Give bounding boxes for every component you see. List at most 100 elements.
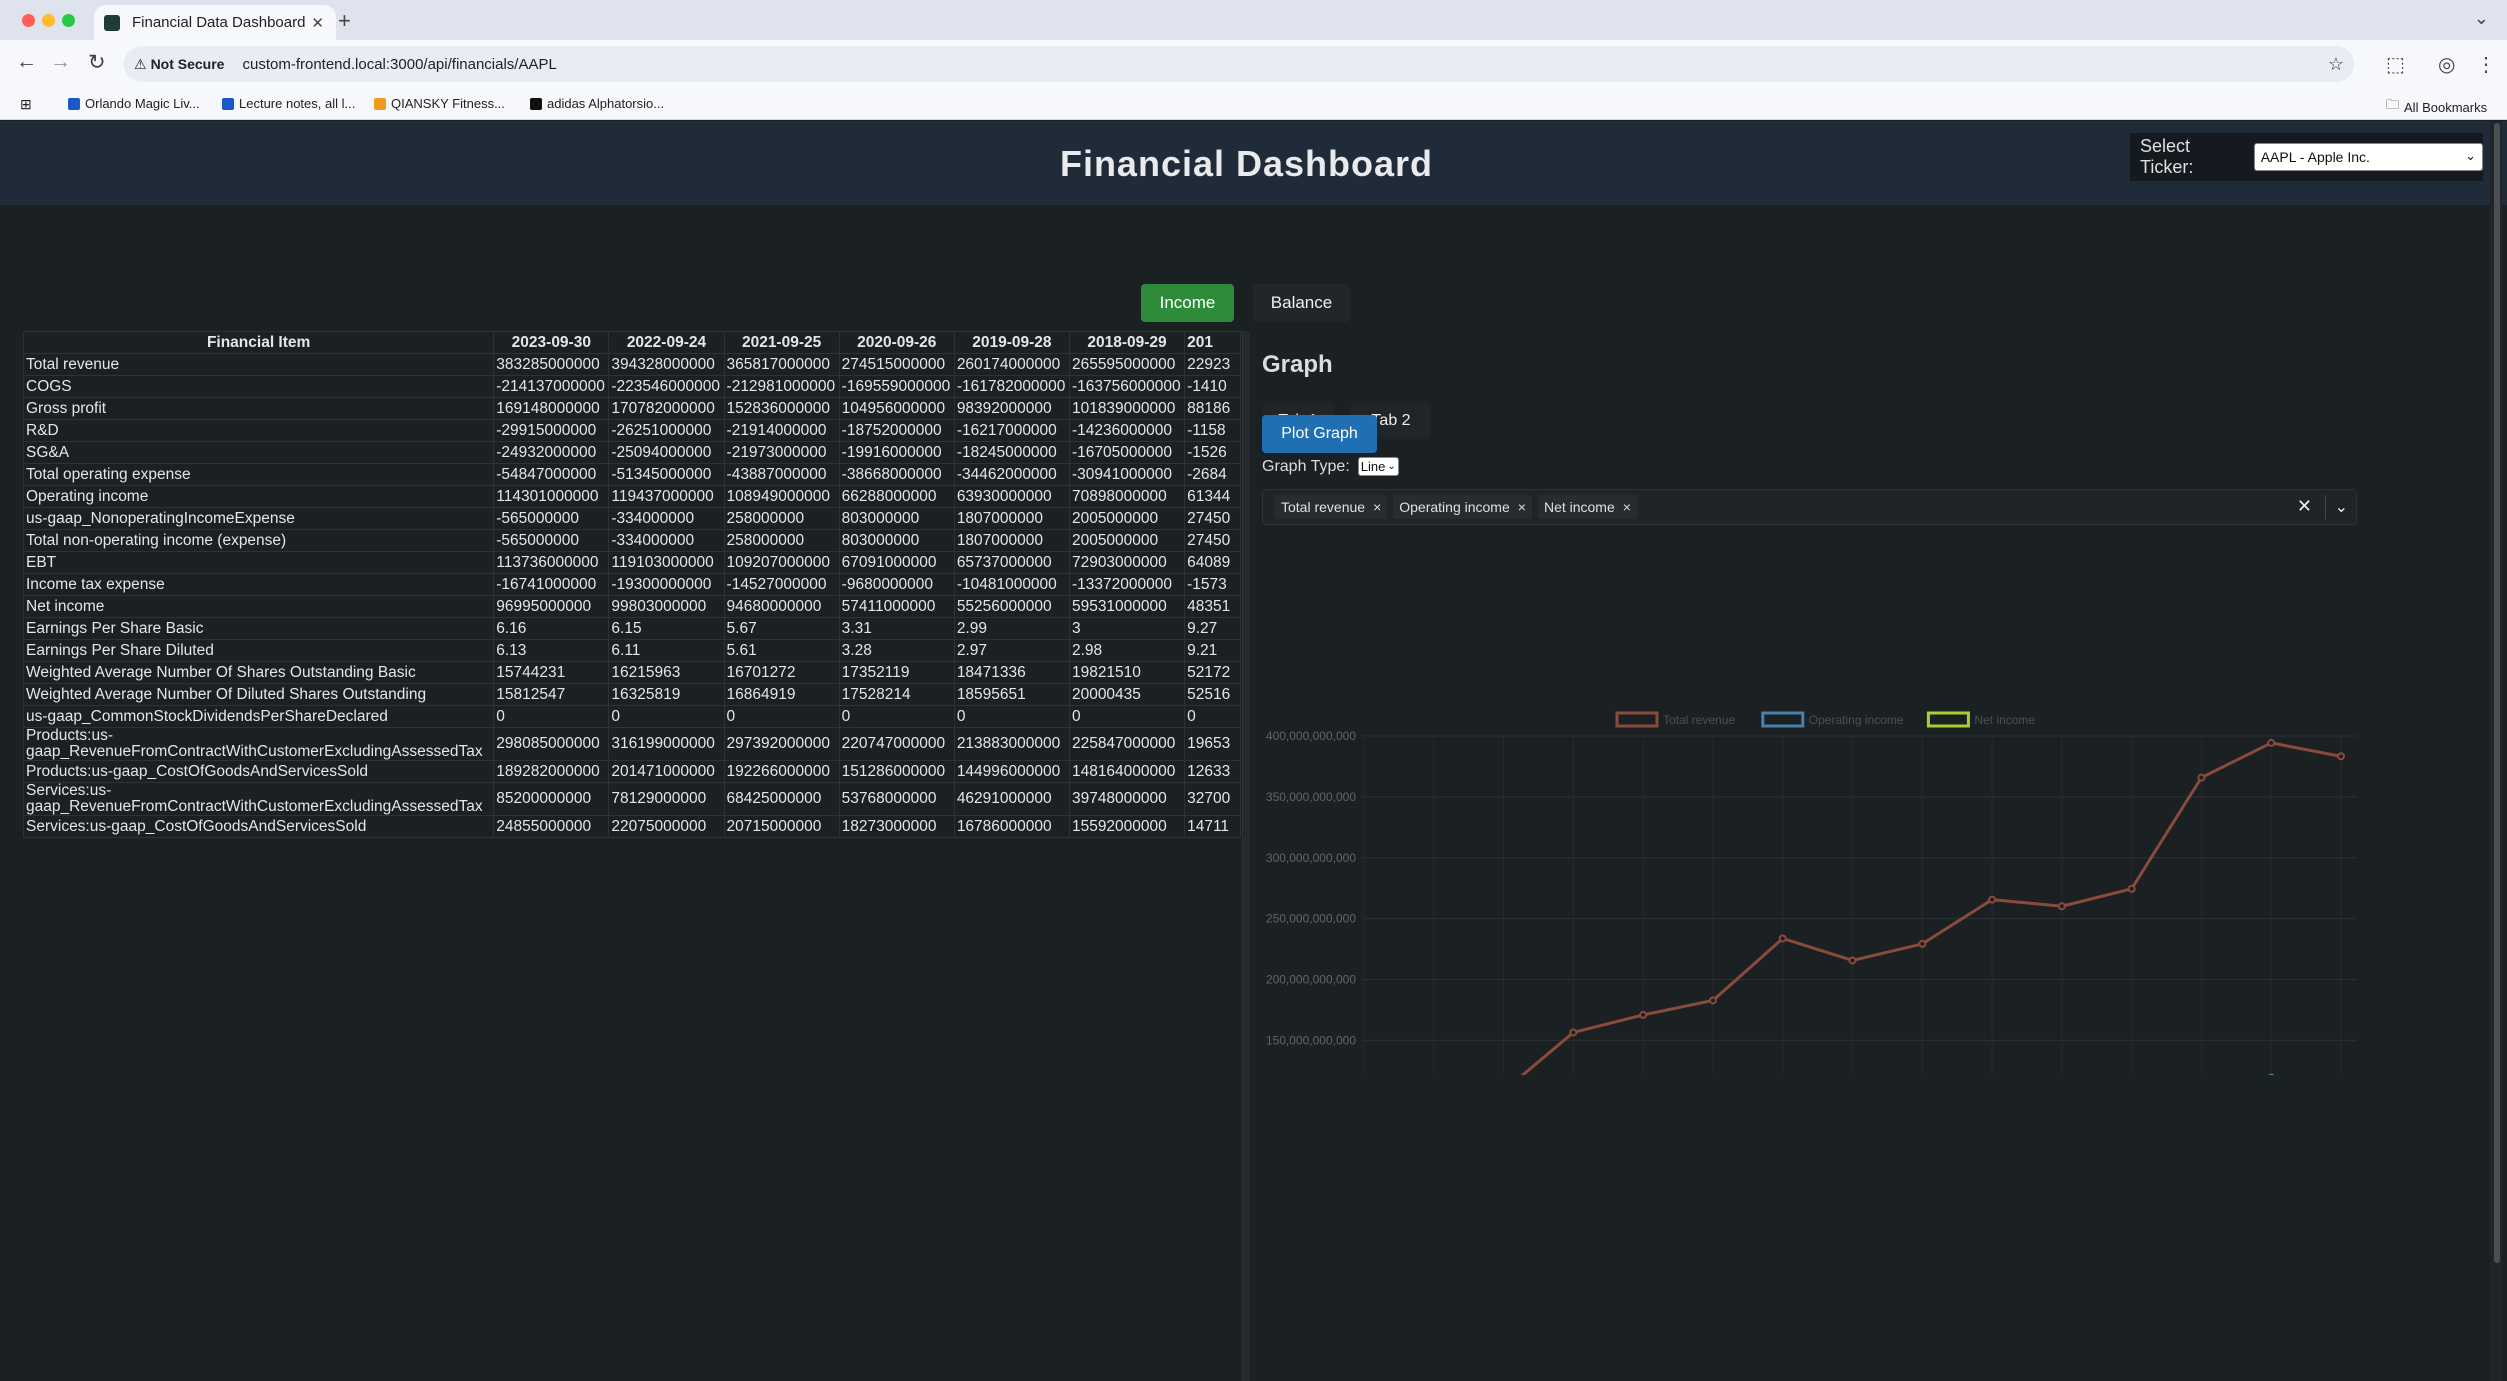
back-arrow-icon[interactable]: ←	[16, 50, 37, 74]
address-bar[interactable]: ⚠ Not Secure custom-frontend.local:3000/…	[124, 46, 2354, 82]
table-cell: 2.97	[953, 639, 1070, 662]
app-viewport: Financial Dashboard Select Ticker: AAPL …	[0, 121, 2507, 1381]
bookmark-item[interactable]: Lecture notes, all l...	[222, 96, 355, 111]
table-cell: 5.67	[723, 617, 840, 640]
graph-type-select[interactable]: Line ⌄	[1357, 457, 1399, 476]
table-row: Services:us-gaap_CostOfGoodsAndServicesS…	[23, 815, 1241, 838]
tab-search-chevron-icon[interactable]: ⌄	[2474, 8, 2489, 29]
row-label: us-gaap_NonoperatingIncomeExpense	[23, 507, 495, 530]
column-header: 2020-09-26	[838, 331, 955, 354]
table-row: Services:us-gaap_RevenueFromContractWith…	[23, 782, 1241, 816]
income-tab-button[interactable]: Income	[1141, 284, 1234, 322]
bookmark-item[interactable]: adidas Alphatorsio...	[530, 96, 664, 111]
table-cell: 113736000000	[493, 551, 610, 574]
maximize-window-button[interactable]	[62, 14, 75, 27]
table-cell: 1807000000	[953, 507, 1070, 530]
row-label: Total revenue	[23, 353, 495, 376]
series-chip: Operating income ×	[1393, 495, 1532, 519]
table-cell: 64089	[1184, 551, 1241, 574]
legend-swatch	[1926, 711, 1970, 728]
table-cell: 16864919	[723, 683, 840, 706]
table-cell: 18471336	[953, 661, 1070, 684]
table-row: Earnings Per Share Diluted 6.13 6.11 5.61 3.…	[23, 639, 1241, 662]
table-cell: 803000000	[838, 507, 955, 530]
table-cell: 169148000000	[493, 397, 610, 420]
table-cell: -18752000000	[838, 419, 955, 442]
column-header: 2021-09-25	[723, 331, 840, 354]
security-status[interactable]: Not Secure	[151, 56, 225, 72]
minimize-window-button[interactable]	[42, 14, 55, 27]
y-tick-label: 250,000,000,000	[1266, 912, 1356, 926]
table-cell: 2.99	[953, 617, 1070, 640]
browser-toolbar: ← → ↻ ⚠ Not Secure custom-frontend.local…	[0, 40, 2507, 88]
table-cell: -26251000000	[608, 419, 725, 442]
table-cell: 0	[1068, 705, 1186, 728]
menu-icon[interactable]: ⋮	[2476, 52, 2496, 77]
table-cell: 12633	[1184, 760, 1241, 783]
row-label: Earnings Per Share Diluted	[23, 639, 495, 662]
table-cell: 98392000000	[953, 397, 1070, 420]
table-cell: -334000000	[608, 529, 725, 552]
plot-graph-button[interactable]: Plot Graph	[1262, 415, 1377, 453]
pane-divider[interactable]	[1242, 331, 1250, 1381]
table-row: Gross profit 169148000000 170782000000 1528…	[23, 397, 1241, 420]
remove-chip-icon[interactable]: ×	[1623, 499, 1631, 515]
balance-tab-button[interactable]: Balance	[1253, 284, 1350, 322]
data-point	[1848, 956, 1857, 965]
series-chip: Net income ×	[1537, 495, 1637, 519]
table-row: Total non-operating income (expense) -565…	[23, 529, 1241, 552]
table-cell: -214137000000	[493, 375, 610, 398]
table-cell: -21973000000	[723, 441, 840, 464]
table-cell: 365817000000	[723, 353, 840, 376]
browser-tab[interactable]: Financial Data Dashboard ✕	[94, 5, 336, 40]
table-cell: 52172	[1184, 661, 1241, 684]
bookmark-star-icon[interactable]: ☆	[2328, 54, 2344, 75]
extensions-icon[interactable]: ⬚	[2386, 52, 2405, 77]
all-bookmarks[interactable]: 🗀 All Bookmarks	[2386, 96, 2487, 118]
table-row: Products:us-gaap_CostOfGoodsAndServicesS…	[23, 760, 1241, 783]
y-tick-label: 400,000,000,000	[1266, 729, 1356, 743]
adidas-logo-icon	[530, 97, 542, 110]
table-cell: 16701272	[723, 661, 840, 684]
clear-all-icon[interactable]: ✕	[2297, 496, 2312, 517]
series-chip: Total revenue ×	[1275, 495, 1388, 519]
table-cell: 17528214	[838, 683, 955, 706]
scrollbar-thumb[interactable]	[2494, 123, 2500, 1263]
ticker-selector: Select Ticker: AAPL - Apple Inc. ⌄	[2130, 133, 2483, 181]
tab-favicon-icon	[104, 14, 120, 31]
table-row: Total operating expense -54847000000 -5134…	[23, 463, 1241, 486]
table-cell: 20715000000	[723, 815, 840, 838]
table-cell: 63930000000	[953, 485, 1070, 508]
apps-grid-icon[interactable]: ⊞	[20, 96, 32, 113]
row-label: Services:us-gaap_CostOfGoodsAndServicesS…	[23, 815, 495, 838]
forward-arrow-icon[interactable]: →	[50, 50, 71, 74]
legend-swatch	[1615, 711, 1659, 728]
series-multiselect[interactable]: Total revenue × Operating income × Net inc…	[1262, 489, 2357, 525]
table-cell: -18245000000	[953, 441, 1070, 464]
remove-chip-icon[interactable]: ×	[1518, 499, 1526, 515]
bookmark-item[interactable]: QIANSKY Fitness...	[374, 96, 505, 111]
chevron-down-icon[interactable]: ⌄	[2335, 497, 2348, 517]
ticker-dropdown[interactable]: AAPL - Apple Inc. ⌄	[2253, 143, 2483, 171]
new-tab-button[interactable]: +	[338, 8, 351, 34]
tab-close-icon[interactable]: ✕	[311, 14, 324, 32]
table-cell: -38668000000	[838, 463, 955, 486]
table-cell: -212981000000	[723, 375, 840, 398]
table-row: EBT 113736000000 119103000000 109207000000 6…	[23, 551, 1241, 574]
table-cell: 220747000000	[838, 727, 955, 761]
table-cell: 316199000000	[608, 727, 725, 761]
close-window-button[interactable]	[22, 14, 35, 27]
reload-icon[interactable]: ↻	[88, 50, 106, 75]
column-header: Financial Item	[23, 331, 495, 354]
row-label: Total operating expense	[23, 463, 495, 486]
profile-icon[interactable]: ◎	[2438, 52, 2455, 77]
bookmark-item[interactable]: Orlando Magic Liv...	[68, 96, 200, 111]
table-cell: 17352119	[838, 661, 955, 684]
table-cell: 265595000000	[1068, 353, 1186, 376]
page-title: Financial Dashboard	[1059, 143, 1434, 184]
remove-chip-icon[interactable]: ×	[1373, 499, 1381, 515]
financial-table-container[interactable]: Financial Item 2023-09-30 2022-09-24 202…	[23, 331, 1241, 971]
url-text[interactable]: custom-frontend.local:3000/api/financial…	[242, 56, 556, 73]
table-cell: 78129000000	[608, 782, 725, 816]
table-cell: 18273000000	[838, 815, 955, 838]
